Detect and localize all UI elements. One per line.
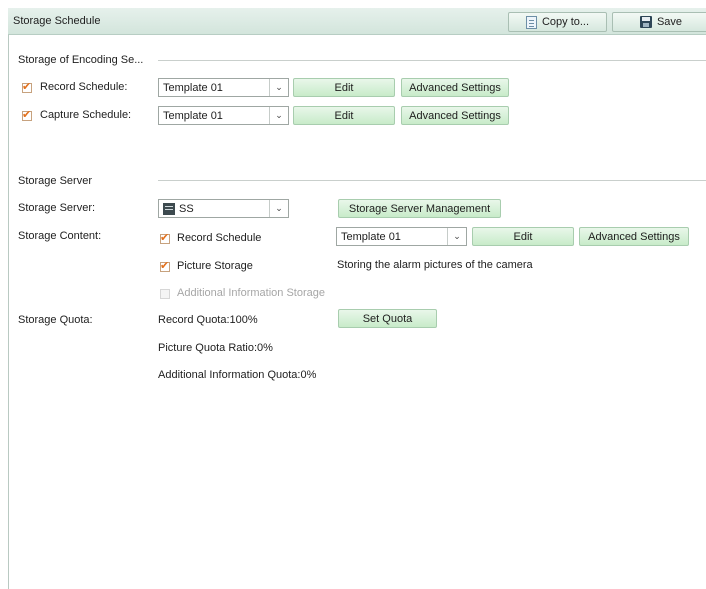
- storage-server-label: Storage Server:: [18, 202, 96, 214]
- chevron-down-icon: ⌄: [269, 107, 288, 124]
- set-quota-button[interactable]: Set Quota: [338, 309, 437, 328]
- picture-storage-label: Picture Storage: [177, 260, 253, 272]
- record-schedule-edit-button[interactable]: Edit: [293, 78, 395, 97]
- save-button[interactable]: Save: [612, 12, 706, 32]
- storage-server-management-button[interactable]: Storage Server Management: [338, 199, 501, 218]
- additional-info-checkbox[interactable]: [160, 289, 170, 299]
- chevron-down-icon: ⌄: [269, 79, 288, 96]
- window-title: Storage Schedule: [13, 15, 101, 27]
- storage-server-value: SS: [179, 203, 194, 215]
- capture-schedule-template-select[interactable]: Template 01 ⌄: [158, 106, 289, 125]
- capture-schedule-template-value: Template 01: [163, 110, 223, 122]
- chevron-down-icon: ⌄: [447, 228, 466, 245]
- additional-info-label: Additional Information Storage: [177, 287, 325, 299]
- storage-server-section-divider: [158, 180, 706, 181]
- storage-server-section-title: Storage Server: [18, 175, 92, 187]
- capture-schedule-edit-button[interactable]: Edit: [293, 106, 395, 125]
- record-schedule-advanced-button[interactable]: Advanced Settings: [401, 78, 509, 97]
- capture-schedule-advanced-button[interactable]: Advanced Settings: [401, 106, 509, 125]
- document-copy-icon: [525, 15, 537, 29]
- storage-content-label: Storage Content:: [18, 230, 102, 242]
- capture-schedule-label: Capture Schedule:: [40, 109, 132, 121]
- picture-storage-checkbox[interactable]: [160, 259, 170, 272]
- save-label: Save: [656, 16, 683, 28]
- server-icon: [163, 203, 175, 215]
- capture-schedule-checkbox[interactable]: [22, 108, 32, 121]
- storage-server-select[interactable]: SS ⌄: [158, 199, 289, 218]
- storage-quota-label: Storage Quota:: [18, 314, 93, 326]
- record-schedule-checkbox[interactable]: [22, 80, 32, 93]
- record-schedule-template-value: Template 01: [163, 82, 223, 94]
- content-record-edit-button[interactable]: Edit: [472, 227, 574, 246]
- chevron-down-icon: ⌄: [269, 200, 288, 217]
- record-schedule-label: Record Schedule:: [40, 81, 128, 93]
- copy-to-label: Copy to...: [541, 16, 590, 28]
- encoding-section-divider: [158, 60, 706, 61]
- record-quota-value: Record Quota:100%: [158, 314, 258, 326]
- content-record-advanced-button[interactable]: Advanced Settings: [579, 227, 689, 246]
- record-schedule-template-select[interactable]: Template 01 ⌄: [158, 78, 289, 97]
- encoding-section-title: Storage of Encoding Se...: [18, 54, 144, 66]
- content-record-schedule-label: Record Schedule: [177, 232, 262, 244]
- content-record-schedule-checkbox[interactable]: [160, 231, 170, 244]
- copy-to-button[interactable]: Copy to...: [508, 12, 607, 32]
- additional-quota-value: Additional Information Quota:0%: [158, 369, 317, 381]
- floppy-disk-icon: [639, 16, 652, 28]
- picture-storage-description: Storing the alarm pictures of the camera: [337, 259, 533, 271]
- content-record-template-value: Template 01: [341, 231, 401, 243]
- picture-quota-value: Picture Quota Ratio:0%: [158, 342, 273, 354]
- content-record-template-select[interactable]: Template 01 ⌄: [336, 227, 467, 246]
